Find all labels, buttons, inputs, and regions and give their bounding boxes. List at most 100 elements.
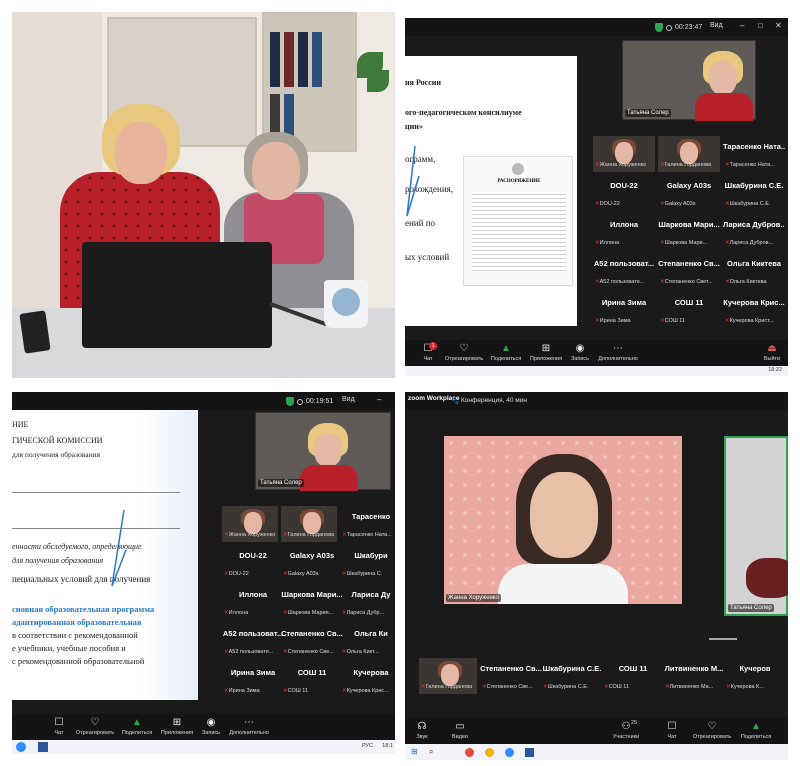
participant-display-name: Иллона: [609, 220, 639, 229]
windows-start-icon[interactable]: ⊞: [411, 747, 418, 756]
participant-display-name: DOU-22: [610, 181, 638, 190]
participant-tile[interactable]: Ирина ЗимаИрина Зима: [593, 292, 655, 328]
participant-tile[interactable]: СОШ 11СОШ 11: [658, 292, 720, 328]
language-indicator[interactable]: РУС: [362, 743, 373, 749]
participant-tile[interactable]: А52 пользоват... А52 пользовате...: [222, 623, 283, 659]
participant-tile[interactable]: Шкабурина С.Е. Шкабурина С.Е.: [541, 658, 602, 694]
participant-tile[interactable]: Galaxy A03sGalaxy A03s: [281, 545, 337, 581]
participant-tile[interactable]: КучеровКучерова К...: [724, 658, 782, 694]
participant-tile[interactable]: DOU-22DOU-22: [593, 175, 655, 211]
leave-button[interactable]: ⏏ Выйти: [749, 343, 788, 362]
face: [680, 142, 698, 164]
participant-tile[interactable]: Лариса Ду Лариса Дубр...: [340, 584, 395, 620]
participant-name: Иллона: [224, 610, 284, 616]
participant-tile[interactable]: Ирина ЗимаИрина Зима: [222, 662, 278, 698]
participant-display-name: Литвиненко М...: [664, 664, 724, 673]
shared-document: ия России ого-педагогическом консилиуме …: [405, 56, 577, 326]
participant-tile[interactable]: Тарасенко Тарасенко Ната...: [340, 506, 395, 542]
participant-tile[interactable]: Лариса Дубров... Лариса Дубров...: [723, 214, 785, 250]
participant-tile[interactable]: Кучерова Крис... Кучерова Крист...: [723, 292, 785, 328]
participant-display-name: СОШ 11: [618, 664, 648, 673]
participant-tile[interactable]: Galaxy A03sGalaxy A03s: [658, 175, 720, 211]
participant-tile[interactable]: Литвиненко М... Литвиненко Ма...: [663, 658, 724, 694]
toolbar-label: Запись: [201, 730, 221, 736]
minimize-icon[interactable]: –: [740, 21, 744, 30]
participant-tile[interactable]: Галина Горданова: [281, 506, 337, 542]
document-thumbnail: РАСПОРЯЖЕНИЕ: [463, 156, 573, 286]
participant-tile[interactable]: Шкабурина С.Е. Шкабурина С.Е.: [723, 175, 785, 211]
video-button[interactable]: ▭ Видео: [437, 721, 483, 740]
participant-tile[interactable]: СОШ 11СОШ 11: [281, 662, 337, 698]
doc-line: адаптированная образовательная: [12, 617, 142, 627]
participant-display-name: СОШ 11: [297, 668, 327, 677]
participant-tile[interactable]: Кучерова Кучерова Крис...: [340, 662, 395, 698]
participant-tile[interactable]: Галина Горданова: [658, 136, 720, 172]
participant-name: Степаненко Све...: [283, 649, 343, 655]
word-taskbar-icon[interactable]: [525, 748, 534, 757]
zoom-screenshot-2: 00:19:51 Вид – НИЕ ГИЧЕСКОЙ КОМИССИИ для…: [12, 392, 395, 754]
react-button[interactable]: ♡ Отреагировать: [441, 343, 487, 362]
participant-name: Литвиненко Ма...: [665, 684, 725, 690]
participant-tile[interactable]: Тарасенко Ната... Тарасенко Ната...: [723, 136, 785, 172]
react-button[interactable]: ♡ Отреагировать: [72, 717, 118, 736]
binder: [270, 32, 280, 87]
more-button[interactable]: ⋯ Дополнительно: [226, 717, 272, 736]
participant-tile[interactable]: Степаненко Св... Степаненко Све...: [281, 623, 343, 659]
participant-name: Галина Горданова: [421, 684, 481, 690]
participant-name: А52 пользовате...: [224, 649, 284, 655]
participant-tile[interactable]: Ольга Киктева Ольга Киктева: [723, 253, 785, 289]
minimize-icon[interactable]: –: [377, 395, 381, 404]
mug-decoration: [332, 288, 360, 316]
app-taskbar-icon[interactable]: [485, 748, 494, 757]
more-button[interactable]: ⋯ Дополнительно: [595, 343, 641, 362]
binder: [298, 32, 308, 87]
toolbar-label: Чат: [667, 734, 677, 740]
participant-tile[interactable]: Шаркова Мари... Шаркова Мария...: [281, 584, 342, 620]
participant-tile[interactable]: А52 пользоват... А52 пользовате...: [593, 253, 655, 289]
record-icon: ◉: [575, 343, 585, 354]
participant-tile[interactable]: Шаркова Мари... Шаркова Мари...: [658, 214, 720, 250]
share-button[interactable]: ▲ Поделиться: [733, 721, 779, 740]
title-bar: 00:23:47 Вид – □ ✕: [405, 18, 788, 36]
participant-tile[interactable]: DOU-22DOU-22: [222, 545, 278, 581]
toolbar-label: Отреагировать: [444, 356, 484, 362]
participant-tile[interactable]: Степаненко Св... Степаненко Све...: [480, 658, 542, 694]
react-button[interactable]: ♡ Отреагировать: [689, 721, 735, 740]
participants-button[interactable]: ⚇ Участники: [603, 721, 649, 740]
view-button[interactable]: Вид: [710, 22, 723, 29]
resize-handle[interactable]: [709, 638, 737, 640]
participant-tile[interactable]: СОШ 11СОШ 11: [602, 658, 660, 694]
participant-tile[interactable]: Жанна Хоруженко: [222, 506, 278, 542]
browser-taskbar-icon[interactable]: [465, 748, 474, 757]
zoom-taskbar-icon[interactable]: [16, 742, 26, 752]
toolbar-label: Поделиться: [121, 730, 153, 736]
apps-icon: ⊞: [172, 717, 182, 728]
participant-name: Galaxy A03s: [283, 571, 343, 577]
participant-display-name: Ирина Зима: [230, 668, 276, 677]
participant-name: Шкабурина С.Е.: [725, 201, 785, 207]
view-button[interactable]: Вид: [342, 396, 355, 403]
participant-tile[interactable]: Жанна Хоруженко: [593, 136, 655, 172]
participant-tile[interactable]: Степаненко Св... Степаненко Свет...: [658, 253, 720, 289]
participant-tile[interactable]: Шкабури Шкабурина С.: [340, 545, 395, 581]
participant-tile[interactable]: Ольга Ки Ольга Кикт...: [340, 623, 395, 659]
participant-tile[interactable]: ИллонаИллона: [593, 214, 655, 250]
zoom-taskbar-icon[interactable]: [505, 748, 514, 757]
chat-badge: 1: [429, 342, 437, 350]
tray-clock: 18:1: [382, 743, 393, 749]
maximize-icon[interactable]: □: [758, 21, 763, 30]
participant-tile[interactable]: Галина Горданова: [419, 658, 477, 694]
search-icon[interactable]: ⌕: [429, 747, 433, 757]
record-icon: ◉: [206, 717, 216, 728]
word-taskbar-icon[interactable]: [38, 742, 48, 752]
toolbar-label: Отреагировать: [75, 730, 115, 736]
close-icon[interactable]: ✕: [775, 21, 782, 30]
participant-tile[interactable]: ИллонаИллона: [222, 584, 278, 620]
face: [303, 512, 321, 534]
doc-line: ГИЧЕСКОЙ КОМИССИИ: [12, 436, 103, 445]
laptop: [82, 242, 272, 348]
face: [709, 61, 737, 95]
participant-name: Галина Горданова: [660, 162, 720, 168]
emblem-icon: [512, 163, 524, 175]
share-icon: ▲: [751, 721, 761, 732]
